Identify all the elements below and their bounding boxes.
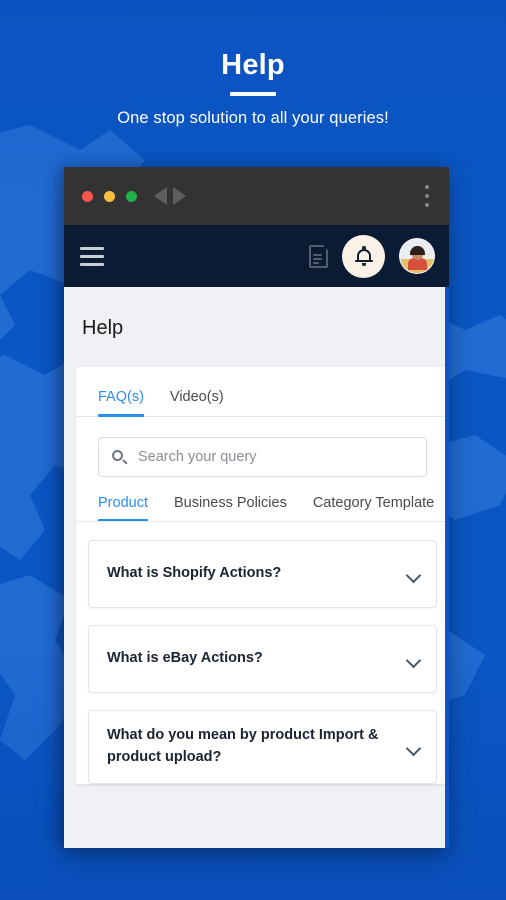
- chevron-down-icon[interactable]: [407, 570, 420, 578]
- window-controls: [82, 190, 137, 202]
- hero-underline: [230, 91, 276, 96]
- browser-chrome: [64, 167, 449, 225]
- app-top-bar: [64, 225, 449, 287]
- page-title: Help: [82, 317, 124, 339]
- back-arrow-icon[interactable]: [154, 187, 167, 205]
- faq-list: What is Shopify Actions? What is eBay Ac…: [76, 522, 449, 784]
- document-line: [313, 257, 322, 260]
- help-card: FAQ(s) Video(s) Product Bu: [76, 367, 449, 784]
- navigation-arrows: [154, 187, 186, 205]
- chevron-down-icon[interactable]: [407, 743, 420, 751]
- hamburger-line: [80, 262, 104, 266]
- faq-question: What do you mean by product Import & pro…: [107, 727, 379, 765]
- hamburger-line: [80, 246, 104, 250]
- maximize-window-button[interactable]: [126, 190, 137, 202]
- avatar-hair: [410, 246, 425, 255]
- search-ring: [112, 449, 123, 461]
- hero-subtitle: One stop solution to all your queries!: [117, 108, 389, 127]
- chevron-down-icon[interactable]: [407, 655, 420, 663]
- search-section: [76, 417, 449, 477]
- close-window-button[interactable]: [82, 190, 93, 202]
- kebab-dot: [425, 203, 429, 207]
- hero-title: Help: [221, 49, 285, 81]
- category-tabs-section: Product Business Policies Category Templ…: [76, 495, 449, 522]
- search-box[interactable]: [98, 437, 427, 477]
- faq-question: What is eBay Actions?: [107, 650, 263, 667]
- tab-faqs[interactable]: FAQ(s): [98, 389, 144, 417]
- search-handle: [122, 458, 128, 465]
- document-fold: [322, 243, 329, 251]
- faq-item[interactable]: What do you mean by product Import & pro…: [88, 710, 437, 784]
- primary-tabs: FAQ(s) Video(s): [76, 367, 449, 417]
- search-input[interactable]: [138, 449, 413, 465]
- browser-window: Help FAQ(s) Video(s) Search your query P…: [64, 167, 449, 848]
- screen: Help One stop solution to all your queri…: [0, 0, 506, 900]
- faq-question: What is Shopify Actions?: [107, 565, 282, 582]
- category-tab-product[interactable]: Product: [98, 495, 148, 521]
- category-tabs[interactable]: Product Business Policies Category Templ…: [76, 495, 449, 522]
- app-bar-actions: [309, 234, 435, 278]
- hero-section: Help One stop solution to all your queri…: [0, 0, 506, 128]
- forward-arrow-icon[interactable]: [173, 187, 186, 205]
- bell-icon: [354, 245, 373, 266]
- user-avatar[interactable]: [399, 238, 435, 274]
- category-tab-category-template[interactable]: Category Template: [313, 495, 434, 521]
- faq-item[interactable]: What is Shopify Actions?: [88, 540, 437, 608]
- document-line: [313, 253, 322, 256]
- page-content: Help FAQ(s) Video(s) Search your query P…: [64, 287, 449, 848]
- document-line: [313, 261, 319, 264]
- content-scrollbar[interactable]: [445, 287, 449, 848]
- kebab-dot: [425, 185, 429, 189]
- tab-videos[interactable]: Video(s): [170, 389, 224, 416]
- bell-bar: [354, 259, 373, 262]
- faq-item[interactable]: What is eBay Actions?: [88, 625, 437, 693]
- category-tab-business-policies[interactable]: Business Policies: [174, 495, 287, 521]
- notifications-button[interactable]: [342, 234, 385, 278]
- hamburger-line: [80, 254, 104, 258]
- minimize-window-button[interactable]: [104, 190, 115, 202]
- search-icon: [112, 449, 128, 465]
- bell-clapper: [361, 262, 366, 266]
- hamburger-menu-icon[interactable]: [80, 246, 104, 266]
- kebab-dot: [425, 194, 429, 198]
- document-icon[interactable]: [309, 243, 329, 268]
- overflow-menu-icon[interactable]: [425, 185, 429, 207]
